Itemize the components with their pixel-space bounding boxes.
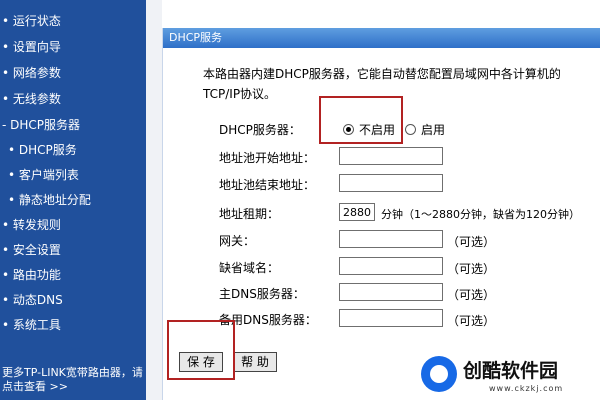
dns-backup-optional: （可选） <box>447 314 496 328</box>
sidebar-item-wireless[interactable]: • 无线参数 <box>2 92 61 106</box>
sidebar-item-status[interactable]: • 运行状态 <box>2 14 61 28</box>
watermark-logo: 创酷软件园 www.ckzkj.com <box>415 352 600 400</box>
dhcp-server-label: DHCP服务器： <box>219 123 301 137</box>
sidebar-item-dhcp-service[interactable]: • DHCP服务 <box>8 143 77 157</box>
pool-end-input[interactable] <box>339 174 443 192</box>
gateway-input[interactable] <box>339 230 443 248</box>
domain-input[interactable] <box>339 257 443 275</box>
help-button[interactable]: 帮 助 <box>233 352 277 372</box>
pool-end-label: 地址池结束地址： <box>219 178 316 192</box>
sidebar-footer-link[interactable]: 更多TP-LINK宽带路由器，请点击查看 >> <box>2 366 144 394</box>
sidebar-item-network[interactable]: • 网络参数 <box>2 66 61 80</box>
sidebar-item-setup-wizard[interactable]: • 设置向导 <box>2 40 61 54</box>
lease-label: 地址租期： <box>219 207 280 221</box>
radio-enable-label: 启用 <box>421 123 446 137</box>
watermark-url: www.ckzkj.com <box>489 384 564 393</box>
domain-label: 缺省域名： <box>219 261 280 275</box>
lease-input[interactable] <box>339 203 375 221</box>
gateway-label: 网关： <box>219 234 256 248</box>
watermark-name: 创酷软件园 <box>463 360 559 382</box>
sidebar-item-routing[interactable]: • 路由功能 <box>2 268 61 282</box>
lease-hint: 分钟（1～2880分钟，缺省为120分钟） <box>381 208 580 221</box>
domain-optional: （可选） <box>447 262 496 276</box>
dns-primary-optional: （可选） <box>447 288 496 302</box>
dns-primary-input[interactable] <box>339 283 443 301</box>
dhcp-panel: DHCP服务 本路由器内建DHCP服务器，它能自动替您配置局域网中各计算机的TC… <box>162 28 600 400</box>
sidebar-item-security[interactable]: • 安全设置 <box>2 243 61 257</box>
pool-start-input[interactable] <box>339 147 443 165</box>
sidebar-item-static-address[interactable]: • 静态地址分配 <box>8 193 91 207</box>
dns-backup-input[interactable] <box>339 309 443 327</box>
sidebar-item-client-list[interactable]: • 客户端列表 <box>8 168 79 182</box>
panel-title: DHCP服务 <box>163 28 600 48</box>
sidebar-item-ddns[interactable]: • 动态DNS <box>2 293 63 307</box>
radio-enable[interactable] <box>405 124 416 135</box>
highlight-save-box <box>167 320 235 380</box>
sidebar-item-dhcp-server[interactable]: - DHCP服务器 <box>2 118 80 132</box>
sidebar-nav: • 运行状态 • 设置向导 • 网络参数 • 无线参数 - DHCP服务器 • … <box>0 0 146 400</box>
gateway-optional: （可选） <box>447 235 496 249</box>
sidebar-item-forwarding[interactable]: • 转发规则 <box>2 218 61 232</box>
logo-c-icon <box>421 356 457 392</box>
highlight-radio-box <box>319 96 403 144</box>
dns-primary-label: 主DNS服务器： <box>219 287 305 301</box>
pool-start-label: 地址池开始地址： <box>219 151 316 165</box>
sidebar-item-system-tools[interactable]: • 系统工具 <box>2 318 61 332</box>
frame-gap <box>146 0 162 400</box>
